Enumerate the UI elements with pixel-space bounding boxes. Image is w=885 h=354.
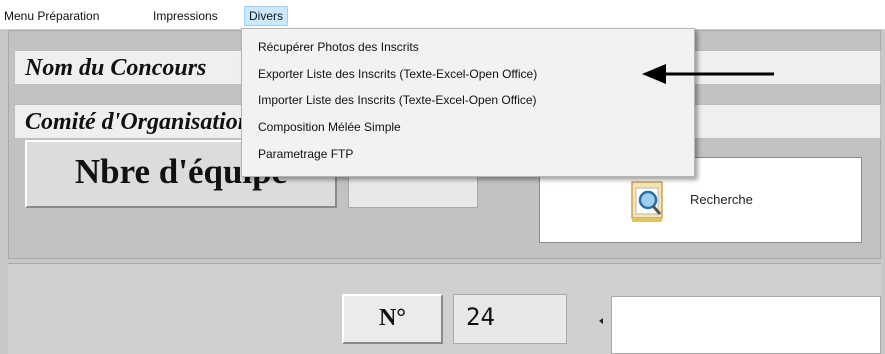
menu-preparation[interactable]: Menu Préparation [0, 6, 103, 26]
dd-exporter-liste[interactable]: Exporter Liste des Inscrits (Texte-Excel… [258, 62, 537, 86]
numero-value[interactable]: 24 [453, 294, 567, 344]
menu-bar: Menu Préparation Impressions Divers [0, 0, 885, 30]
comite-label: Comité d'Organisation [25, 109, 252, 135]
recherche-label: Recherche [690, 192, 753, 207]
dd-parametrage-ftp[interactable]: Parametrage FTP [258, 142, 353, 166]
menu-impressions[interactable]: Impressions [149, 6, 222, 26]
numero-detail-box[interactable] [611, 296, 881, 354]
dd-importer-liste[interactable]: Importer Liste des Inscrits (Texte-Excel… [258, 88, 537, 112]
menu-divers[interactable]: Divers [244, 6, 289, 26]
arrow-left-icon [642, 64, 774, 84]
small-left-arrow-icon[interactable] [599, 318, 603, 324]
dd-composition-melee[interactable]: Composition Mélée Simple [258, 115, 401, 139]
numero-label: N° [342, 294, 443, 344]
nom-concours-label: Nom du Concours [25, 55, 207, 81]
search-magnifier-icon [630, 178, 670, 224]
dd-recuperer-photos[interactable]: Récupérer Photos des Inscrits [258, 35, 419, 59]
divers-dropdown: Récupérer Photos des Inscrits Exporter L… [241, 28, 695, 177]
